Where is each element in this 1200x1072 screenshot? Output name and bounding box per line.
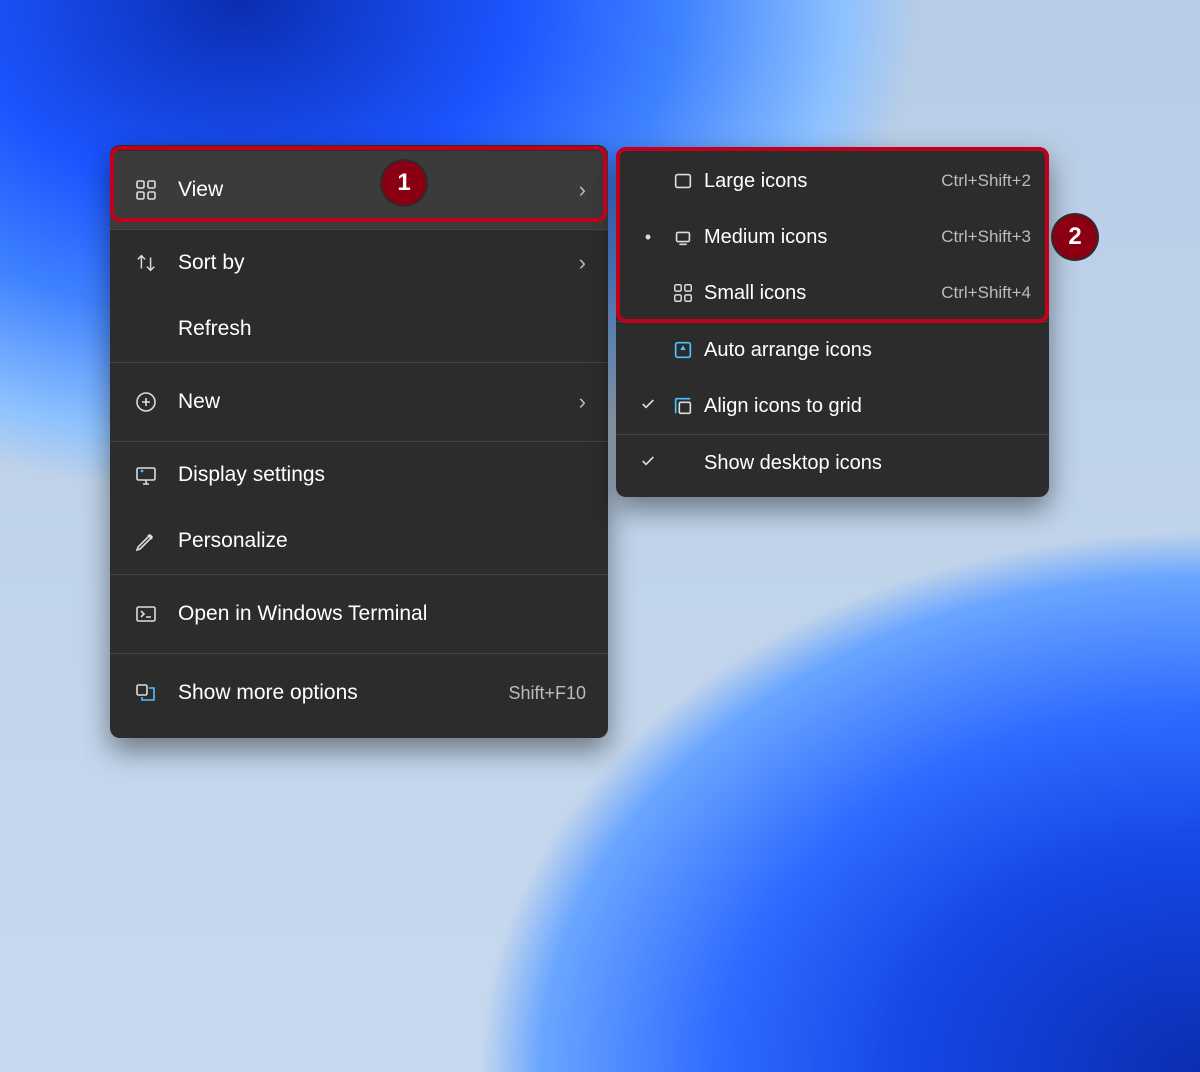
submenu-item-label: Large icons xyxy=(704,170,937,193)
small-icons-icon xyxy=(666,282,700,304)
submenu-item-medium-icons[interactable]: • Medium icons Ctrl+Shift+3 xyxy=(616,209,1049,265)
submenu-item-label: Align icons to grid xyxy=(704,395,1031,418)
annotation-step-1: 1 xyxy=(382,161,426,205)
menu-item-open-terminal[interactable]: Open in Windows Terminal xyxy=(110,575,608,653)
submenu-item-label: Small icons xyxy=(704,282,937,305)
personalize-icon xyxy=(132,529,160,553)
desktop-context-menu: View › Sort by › Refresh xyxy=(110,145,608,738)
view-icon xyxy=(132,178,160,202)
menu-item-display-settings[interactable]: Display settings xyxy=(110,442,608,508)
menu-item-label: Open in Windows Terminal xyxy=(178,602,586,626)
submenu-item-small-icons[interactable]: Small icons Ctrl+Shift+4 xyxy=(616,265,1049,321)
menu-item-sort-by[interactable]: Sort by › xyxy=(110,230,608,296)
new-icon xyxy=(132,390,160,414)
more-options-icon xyxy=(132,681,160,705)
annotation-step-2: 2 xyxy=(1053,215,1097,259)
menu-item-label: View xyxy=(178,178,561,202)
desktop-wallpaper[interactable]: View › Sort by › Refresh xyxy=(0,0,1200,1072)
chevron-right-icon: › xyxy=(579,250,586,276)
display-settings-icon xyxy=(132,463,160,487)
menu-item-label: Show more options xyxy=(178,681,490,705)
annotation-step-number: 1 xyxy=(397,169,410,197)
chevron-right-icon: › xyxy=(579,177,586,203)
check-mark-checked xyxy=(634,453,662,474)
submenu-item-show-desktop-icons[interactable]: Show desktop icons xyxy=(616,435,1049,491)
large-icons-icon xyxy=(666,170,700,192)
annotation-step-number: 2 xyxy=(1068,223,1081,251)
submenu-item-auto-arrange[interactable]: Auto arrange icons xyxy=(616,322,1049,378)
auto-arrange-icon xyxy=(666,339,700,361)
submenu-item-shortcut: Ctrl+Shift+2 xyxy=(941,171,1031,191)
submenu-item-shortcut: Ctrl+Shift+4 xyxy=(941,283,1031,303)
check-mark-checked xyxy=(634,396,662,417)
submenu-item-label: Show desktop icons xyxy=(704,452,1031,475)
menu-item-refresh[interactable]: Refresh xyxy=(110,296,608,362)
submenu-item-label: Auto arrange icons xyxy=(704,339,1031,362)
sort-icon xyxy=(132,252,160,274)
menu-item-label: Refresh xyxy=(178,317,586,341)
terminal-icon xyxy=(132,602,160,626)
submenu-item-label: Medium icons xyxy=(704,226,937,249)
menu-item-label: Sort by xyxy=(178,251,561,275)
menu-item-new[interactable]: New › xyxy=(110,363,608,441)
radio-mark-selected: • xyxy=(634,227,662,248)
menu-item-shortcut: Shift+F10 xyxy=(508,683,586,704)
menu-item-label: Personalize xyxy=(178,529,586,553)
submenu-item-large-icons[interactable]: Large icons Ctrl+Shift+2 xyxy=(616,153,1049,209)
menu-item-label: Display settings xyxy=(178,463,586,487)
submenu-item-align-grid[interactable]: Align icons to grid xyxy=(616,378,1049,434)
menu-item-view[interactable]: View › xyxy=(110,151,608,229)
chevron-right-icon: › xyxy=(579,389,586,415)
menu-item-label: New xyxy=(178,390,561,414)
submenu-item-shortcut: Ctrl+Shift+3 xyxy=(941,227,1031,247)
view-submenu: Large icons Ctrl+Shift+2 • Medium icons … xyxy=(616,147,1049,497)
align-grid-icon xyxy=(666,395,700,417)
menu-item-personalize[interactable]: Personalize xyxy=(110,508,608,574)
medium-icons-icon xyxy=(666,226,700,248)
menu-item-show-more-options[interactable]: Show more options Shift+F10 xyxy=(110,654,608,732)
